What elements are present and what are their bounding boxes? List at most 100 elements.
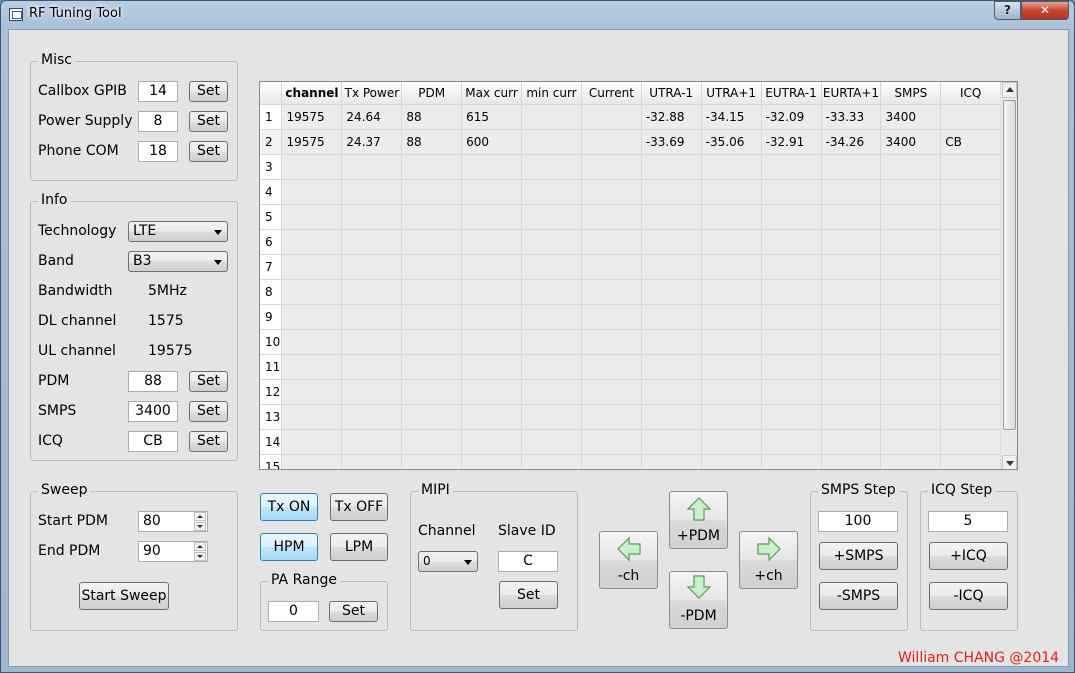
- table-cell[interactable]: [281, 204, 343, 230]
- phone-com-field[interactable]: 18: [138, 141, 178, 162]
- table-row[interactable]: 9: [260, 304, 1001, 330]
- table-cell[interactable]: [641, 179, 702, 205]
- vertical-scrollbar[interactable]: [1000, 82, 1017, 469]
- tx-on-button[interactable]: Tx ON: [260, 493, 318, 521]
- table-cell[interactable]: [461, 454, 523, 469]
- hpm-button[interactable]: HPM: [260, 533, 318, 561]
- table-cell[interactable]: [940, 379, 1001, 405]
- table-cell[interactable]: [401, 329, 463, 355]
- table-cell[interactable]: [401, 279, 463, 305]
- table-cell[interactable]: [880, 204, 942, 230]
- table-cell[interactable]: [701, 354, 762, 380]
- table-cell[interactable]: [281, 304, 343, 330]
- table-cell[interactable]: [281, 429, 343, 455]
- column-header[interactable]: UTRA-1: [641, 82, 702, 105]
- table-cell[interactable]: [401, 179, 463, 205]
- table-cell[interactable]: [821, 304, 882, 330]
- table-cell[interactable]: [880, 454, 942, 469]
- table-cell[interactable]: [641, 454, 702, 469]
- icq-step-field[interactable]: 5: [928, 511, 1008, 532]
- scroll-down-icon[interactable]: [1002, 455, 1017, 469]
- table-cell[interactable]: [641, 204, 702, 230]
- table-cell[interactable]: [880, 279, 942, 305]
- table-cell[interactable]: -33.33: [821, 104, 882, 130]
- table-cell[interactable]: [821, 154, 882, 180]
- phone-com-set-button[interactable]: Set: [189, 141, 228, 162]
- table-cell[interactable]: [521, 454, 582, 469]
- smps-field[interactable]: 3400: [128, 401, 178, 422]
- table-cell[interactable]: -33.69: [641, 129, 702, 155]
- table-cell[interactable]: [940, 429, 1001, 455]
- table-cell[interactable]: [940, 279, 1001, 305]
- table-cell[interactable]: [521, 179, 582, 205]
- table-cell[interactable]: [761, 254, 822, 280]
- table-row[interactable]: 13: [260, 404, 1001, 430]
- table-cell[interactable]: [761, 179, 822, 205]
- table-cell[interactable]: [521, 404, 582, 430]
- table-cell[interactable]: CB: [940, 129, 1001, 155]
- column-header[interactable]: Max curr: [461, 82, 523, 105]
- table-cell[interactable]: [461, 154, 523, 180]
- table-cell[interactable]: [281, 179, 343, 205]
- table-cell[interactable]: [701, 329, 762, 355]
- table-cell[interactable]: [821, 204, 882, 230]
- row-header[interactable]: 15: [260, 454, 283, 469]
- table-cell[interactable]: [821, 429, 882, 455]
- table-cell[interactable]: [281, 154, 343, 180]
- table-cell[interactable]: [521, 354, 582, 380]
- start-sweep-button[interactable]: Start Sweep: [79, 582, 169, 610]
- close-button[interactable]: ✕: [1021, 1, 1069, 20]
- table-cell[interactable]: -35.06: [701, 129, 762, 155]
- callbox-gpib-field[interactable]: 14: [138, 81, 178, 102]
- row-header[interactable]: 9: [260, 304, 283, 330]
- column-header[interactable]: EURTA+1: [821, 82, 882, 105]
- table-cell[interactable]: 3400: [880, 129, 942, 155]
- table-cell[interactable]: [581, 229, 642, 255]
- table-cell[interactable]: [581, 129, 642, 155]
- table-cell[interactable]: [461, 204, 523, 230]
- table-cell[interactable]: 615: [461, 104, 523, 130]
- pdm-field[interactable]: 88: [128, 371, 178, 392]
- table-cell[interactable]: [641, 229, 702, 255]
- table-cell[interactable]: [940, 104, 1001, 130]
- table-row[interactable]: 4: [260, 179, 1001, 205]
- table-cell[interactable]: [281, 229, 343, 255]
- table-cell[interactable]: [761, 204, 822, 230]
- table-cell[interactable]: [521, 429, 582, 455]
- table-cell[interactable]: [401, 404, 463, 430]
- lpm-button[interactable]: LPM: [330, 533, 388, 561]
- smps-set-button[interactable]: Set: [189, 401, 228, 422]
- table-cell[interactable]: [521, 279, 582, 305]
- table-cell[interactable]: [701, 379, 762, 405]
- table-cell[interactable]: [341, 254, 403, 280]
- table-cell[interactable]: [821, 329, 882, 355]
- row-header[interactable]: 13: [260, 404, 283, 430]
- table-row[interactable]: 15: [260, 454, 1001, 469]
- table-cell[interactable]: [581, 104, 642, 130]
- table-cell[interactable]: [521, 229, 582, 255]
- table-cell[interactable]: [940, 254, 1001, 280]
- table-cell[interactable]: [761, 304, 822, 330]
- plus-pdm-button[interactable]: +PDM: [669, 491, 728, 549]
- column-header[interactable]: PDM: [401, 82, 463, 105]
- table-row[interactable]: 12: [260, 379, 1001, 405]
- table-cell[interactable]: [461, 304, 523, 330]
- table-cell[interactable]: [641, 354, 702, 380]
- corner-header[interactable]: [260, 82, 283, 105]
- table-cell[interactable]: [581, 304, 642, 330]
- table-cell[interactable]: [581, 154, 642, 180]
- table-cell[interactable]: -34.15: [701, 104, 762, 130]
- table-cell[interactable]: [521, 204, 582, 230]
- results-table[interactable]: channel Tx Power PDM Max curr min curr Curren…: [259, 81, 1018, 470]
- table-cell[interactable]: [521, 254, 582, 280]
- table-cell[interactable]: 24.64: [341, 104, 403, 130]
- table-cell[interactable]: [341, 279, 403, 305]
- table-cell[interactable]: 88: [401, 104, 463, 130]
- column-header[interactable]: Tx Power: [341, 82, 403, 105]
- table-cell[interactable]: [461, 354, 523, 380]
- minus-ch-button[interactable]: -ch: [599, 531, 658, 589]
- table-cell[interactable]: [521, 304, 582, 330]
- table-cell[interactable]: [281, 454, 343, 469]
- table-cell[interactable]: [521, 379, 582, 405]
- table-cell[interactable]: [821, 254, 882, 280]
